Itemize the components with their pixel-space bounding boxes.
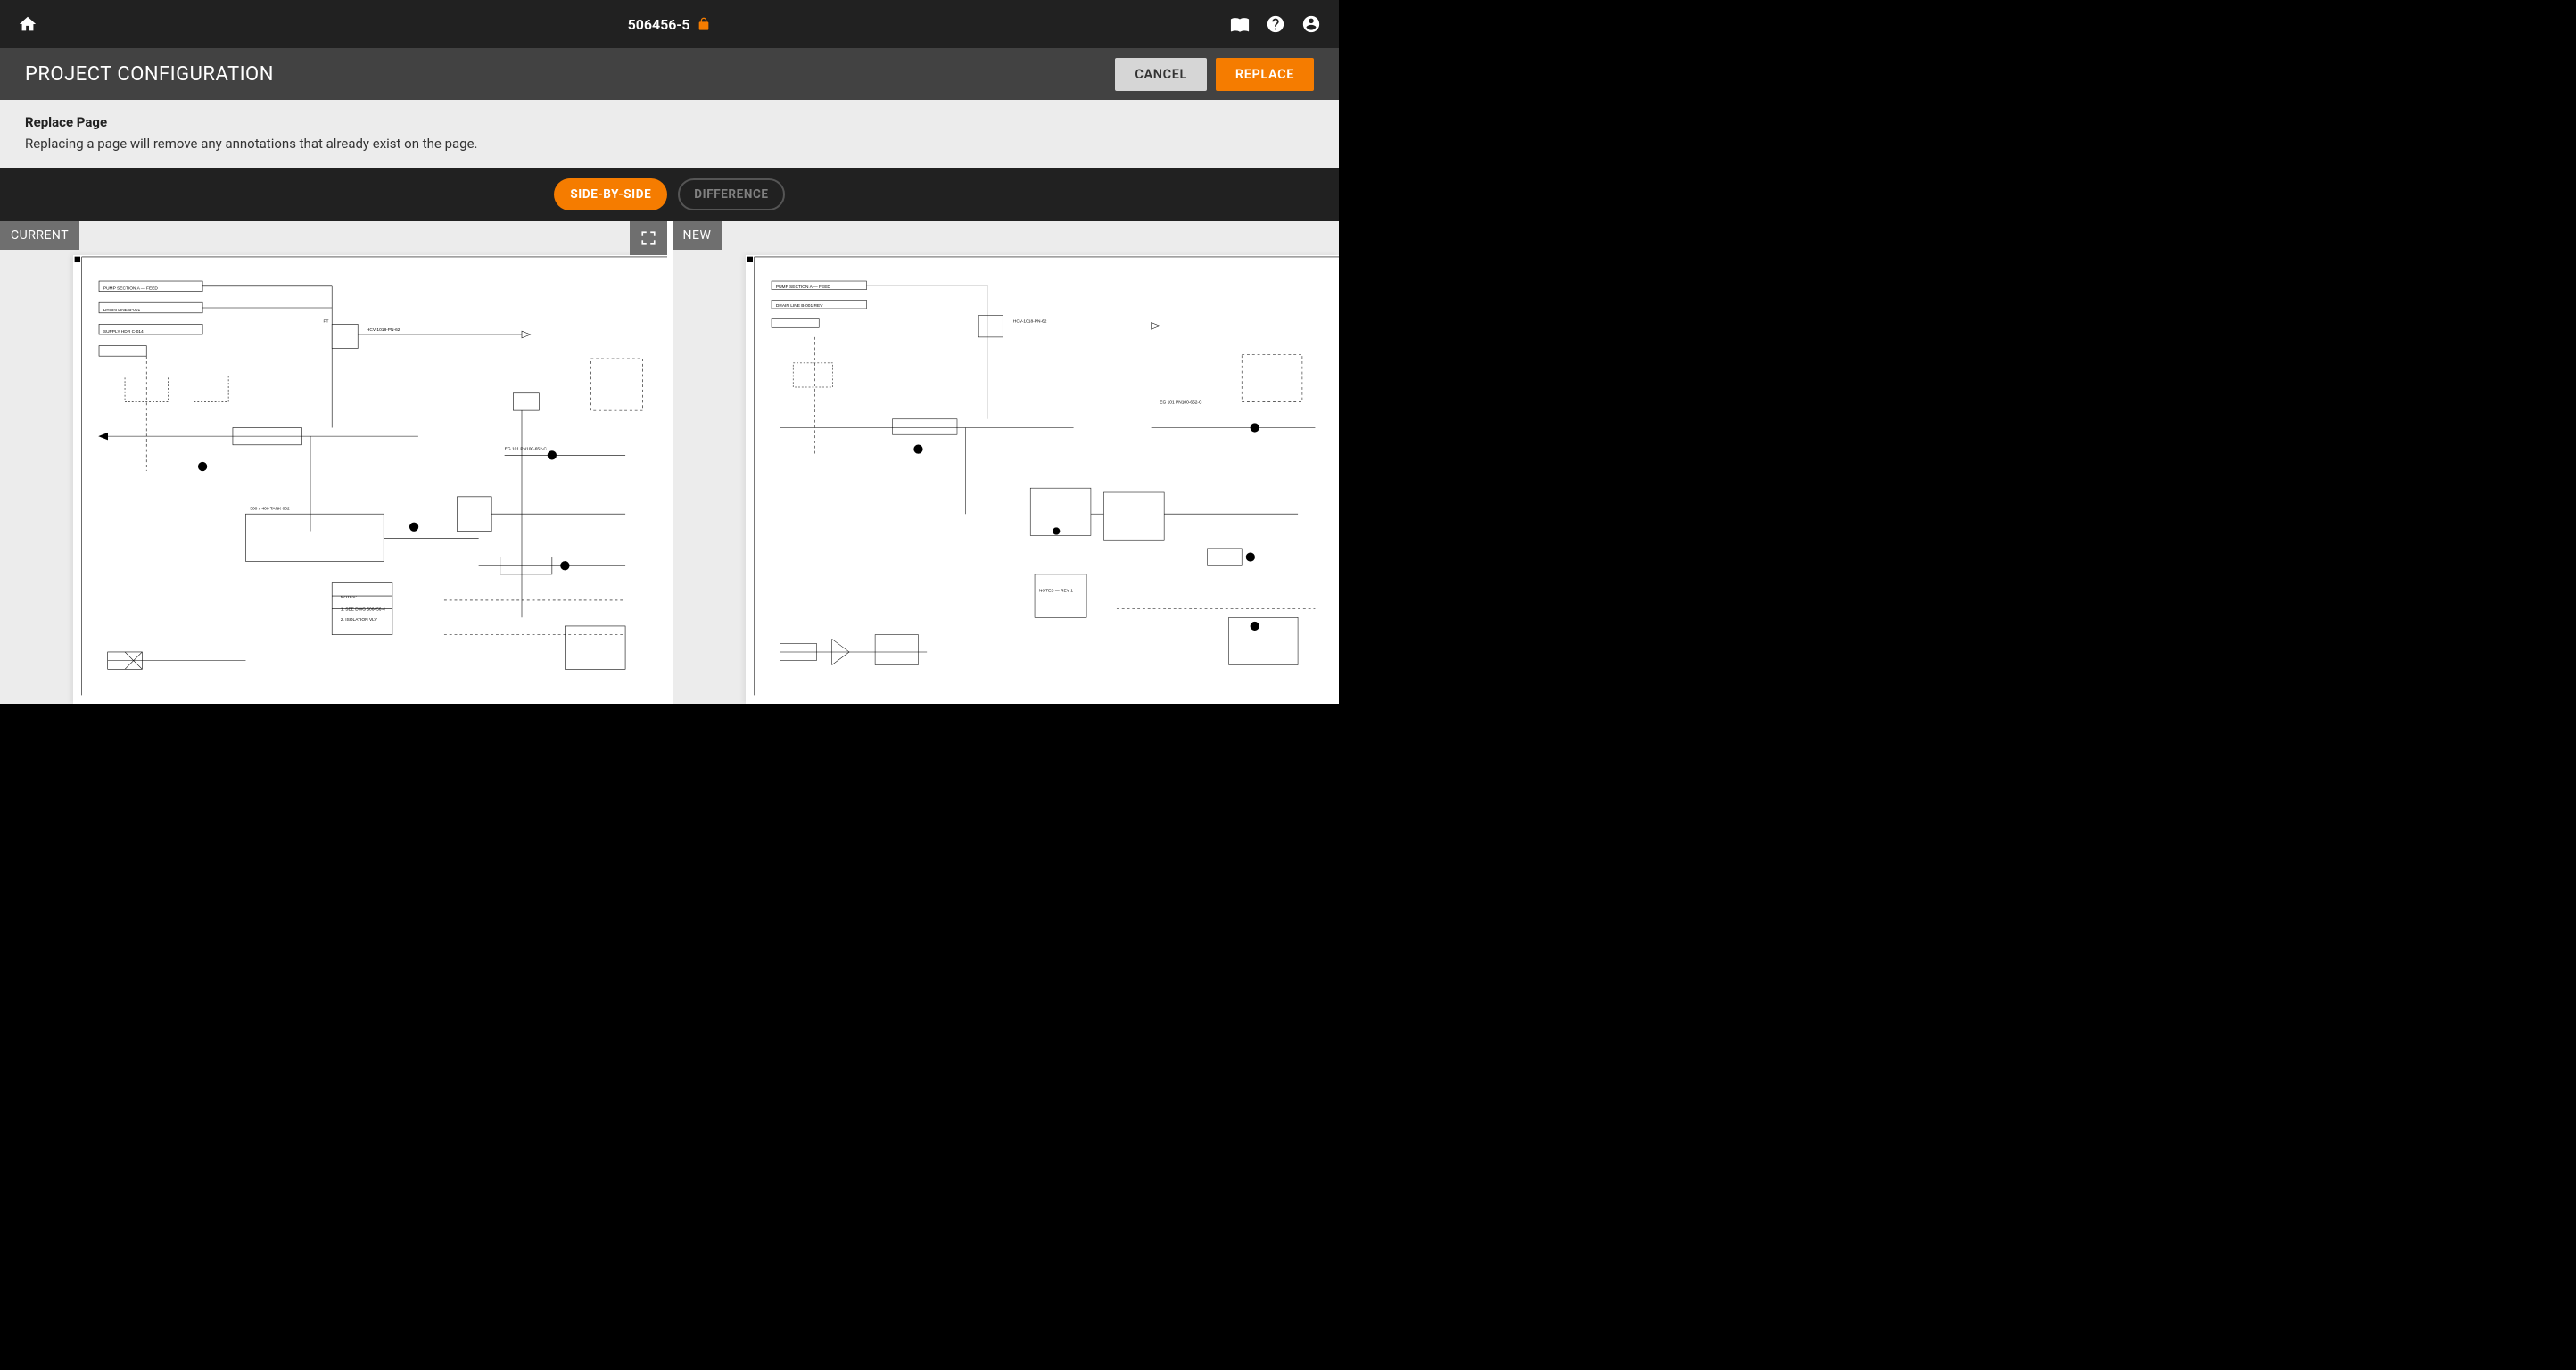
svg-text:EG 101 PN100-652-C: EG 101 PN100-652-C — [1160, 400, 1202, 405]
project-id-label: 506456-5 — [628, 16, 690, 33]
expand-icon[interactable] — [630, 221, 667, 255]
svg-text:NOTES:: NOTES: — [341, 595, 357, 600]
svg-text:PUMP SECTION A — FEED: PUMP SECTION A — FEED — [103, 286, 159, 292]
svg-text:1. SEE DWG 506456-4: 1. SEE DWG 506456-4 — [341, 607, 385, 613]
info-strip: Replace Page Replacing a page will remov… — [0, 100, 1339, 168]
info-title: Replace Page — [25, 114, 1314, 130]
pane-current[interactable]: CURRENT — [0, 221, 667, 704]
book-icon[interactable] — [1230, 14, 1250, 34]
app-topbar: 506456-5 — [0, 0, 1339, 48]
svg-text:HCV-1018-PN-62: HCV-1018-PN-62 — [1012, 318, 1046, 324]
pane-new-label: NEW — [673, 221, 722, 250]
title-bar: PROJECT CONFIGURATION CANCEL REPLACE — [0, 48, 1339, 100]
compare-area: CURRENT — [0, 221, 1339, 704]
svg-text:300 x 400 TANK 002: 300 x 400 TANK 002 — [250, 506, 290, 511]
home-icon[interactable] — [18, 14, 37, 34]
help-icon[interactable] — [1266, 14, 1285, 34]
cancel-button[interactable]: CANCEL — [1115, 58, 1207, 91]
svg-text:FT: FT — [324, 318, 329, 324]
page-title: PROJECT CONFIGURATION — [25, 63, 1106, 86]
new-document-preview[interactable]: PUMP SECTION A — FEED DRAIN LINE B-001 R… — [746, 255, 1340, 704]
svg-text:SUPPLY HDR C-014: SUPPLY HDR C-014 — [103, 329, 144, 334]
tab-side-by-side[interactable]: SIDE-BY-SIDE — [554, 178, 667, 210]
account-icon[interactable] — [1301, 14, 1321, 34]
lock-icon — [697, 17, 711, 31]
current-document-preview[interactable]: PUMP SECTION A — FEED DRAIN LINE B-001 S… — [73, 255, 667, 704]
tab-difference[interactable]: DIFFERENCE — [678, 178, 784, 210]
view-toggle-bar: SIDE-BY-SIDE DIFFERENCE — [0, 168, 1339, 221]
svg-text:EG 101 PN100-652-C: EG 101 PN100-652-C — [505, 447, 548, 452]
svg-text:NOTES — REV 1: NOTES — REV 1 — [1038, 588, 1072, 593]
replace-button[interactable]: REPLACE — [1216, 58, 1314, 91]
svg-text:HCV-1018-PN-62: HCV-1018-PN-62 — [367, 327, 400, 333]
pane-current-label: CURRENT — [0, 221, 79, 250]
info-body: Replacing a page will remove any annotat… — [25, 136, 1314, 152]
svg-text:2. ISOLATION VLV: 2. ISOLATION VLV — [341, 617, 378, 623]
svg-text:DRAIN LINE B-001: DRAIN LINE B-001 — [103, 308, 141, 313]
svg-text:PUMP SECTION A — FEED: PUMP SECTION A — FEED — [775, 285, 830, 290]
pane-new[interactable]: NEW — [673, 221, 1340, 704]
svg-text:DRAIN LINE B-001 REV: DRAIN LINE B-001 REV — [775, 303, 822, 309]
